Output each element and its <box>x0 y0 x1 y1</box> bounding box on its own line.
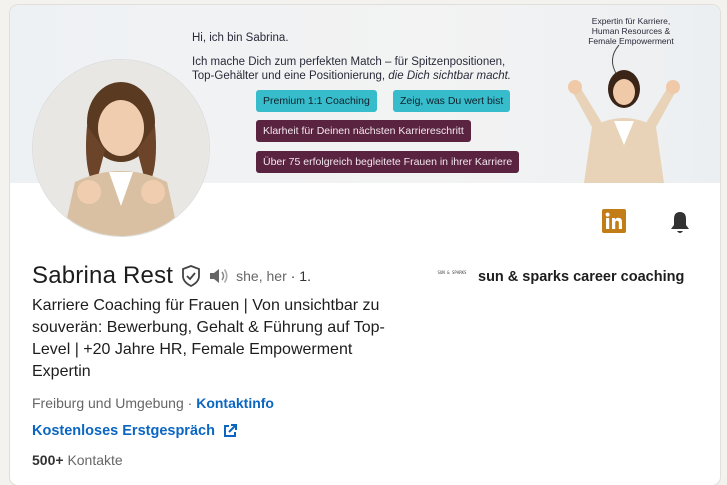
website-link[interactable]: Kostenloses Erstgespräch <box>32 423 215 439</box>
banner-line-2-plain: Top-Gehälter und eine Positionierung, <box>192 70 386 82</box>
verified-shield-icon[interactable] <box>180 265 202 287</box>
company-logo: SUN & SPARKS <box>436 270 468 284</box>
banner-tagline-line-1: Expertin für Karriere, <box>591 16 671 26</box>
pronouns: she, her <box>236 268 287 284</box>
banner-tagline: Expertin für Karriere, Human Resources &… <box>568 16 694 46</box>
profile-name: Sabrina Rest <box>32 262 174 289</box>
notification-bell-button[interactable] <box>668 210 692 241</box>
company-logo-text: SUN & SPARKS <box>437 270 467 275</box>
location-text: Freiburg und Umgebung <box>32 395 184 411</box>
name-row: Sabrina Rest she, her · 1. <box>32 262 311 290</box>
linkedin-badge-button[interactable] <box>602 209 626 238</box>
connection-degree: · 1. <box>290 268 311 284</box>
banner-line-1: Ich mache Dich zum perfekten Match – für… <box>192 56 506 68</box>
speaker-icon[interactable] <box>208 266 230 286</box>
banner-greeting: Hi, ich bin Sabrina. <box>192 32 289 44</box>
banner-line-2: Top-Gehälter und eine Positionierung, di… <box>192 70 511 82</box>
banner-pill-worth: Zeig, was Du wert bist <box>393 90 511 112</box>
banner-pill-premium: Premium 1:1 Coaching <box>256 90 377 112</box>
banner-tagline-line-2: Human Resources & <box>591 26 671 36</box>
location-row: Freiburg und Umgebung · Kontaktinfo <box>32 395 274 411</box>
linkedin-icon <box>602 209 626 233</box>
banner-pill-women: Über 75 erfolgreich begleitete Frauen in… <box>256 151 520 173</box>
company-name: sun & sparks career coaching <box>478 269 685 285</box>
profile-card: Hi, ich bin Sabrina. Ich mache Dich zum … <box>10 5 720 485</box>
connections-count[interactable]: 500+ Kontakte <box>32 452 123 468</box>
contact-info-link[interactable]: Kontaktinfo <box>196 395 274 411</box>
current-company[interactable]: SUN & SPARKS sun & sparks career coachin… <box>436 269 685 285</box>
banner-pill-clarity: Klarheit für Deinen nächsten Karrieresch… <box>256 120 471 142</box>
connections-label: Kontakte <box>67 452 123 468</box>
external-link-icon[interactable] <box>222 423 238 439</box>
website-row: Kostenloses Erstgespräch <box>32 423 238 439</box>
profile-headline: Karriere Coaching für Frauen | Von unsic… <box>32 297 385 380</box>
profile-photo <box>33 60 209 236</box>
location-separator: · <box>187 395 193 411</box>
banner-line-2-italic: die Dich sichtbar macht. <box>388 70 511 82</box>
bell-icon <box>671 212 689 233</box>
profile-avatar[interactable] <box>33 60 209 236</box>
banner-tagline-line-3: Female Empowerment <box>588 36 674 46</box>
connections-number: 500+ <box>32 452 64 468</box>
banner-person-image <box>568 70 680 183</box>
